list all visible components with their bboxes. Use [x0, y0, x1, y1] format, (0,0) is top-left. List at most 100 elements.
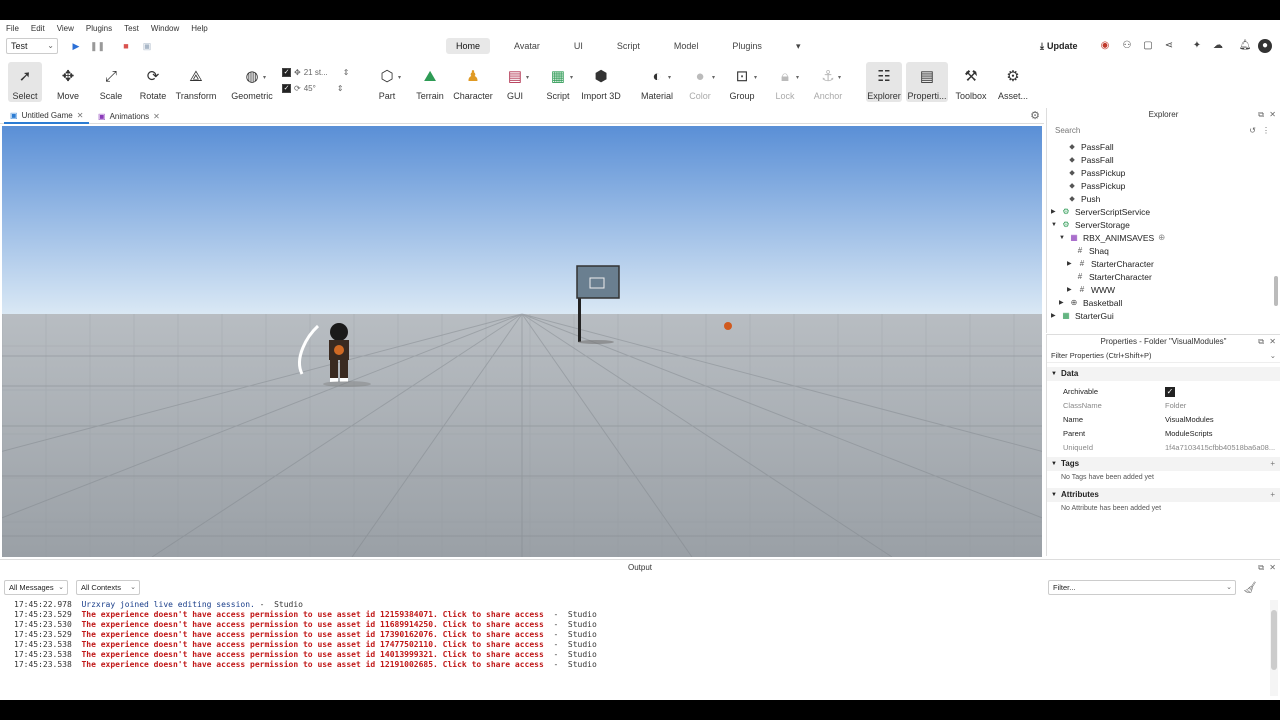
chevron-down-icon[interactable]: ▾ — [263, 74, 266, 81]
chevron-down-icon[interactable]: ▾ — [712, 74, 715, 81]
tree-item-serverstorage[interactable]: ▼ ⚙ ServerStorage — [1051, 218, 1130, 231]
expand-arrow-icon[interactable]: ▶ — [1059, 299, 1065, 306]
rotate-tool[interactable]: ⟳ Rotate — [138, 66, 168, 101]
log-message[interactable]: The experience doesn't have access permi… — [81, 630, 543, 639]
chevron-down-icon[interactable]: ⌄ — [1270, 349, 1276, 363]
prop-value[interactable]: ModuleScripts — [1165, 427, 1277, 441]
chevron-down-icon[interactable]: ▾ — [668, 74, 671, 81]
tree-item-basketball[interactable]: ▶ ⊕ Basketball — [1059, 296, 1122, 309]
collapse-arrow-icon[interactable]: ▼ — [1051, 367, 1057, 381]
log-line[interactable]: 17:45:23.529 The experience doesn't have… — [14, 610, 1264, 620]
update-button[interactable]: ⤓ Update — [1040, 38, 1078, 54]
message-filter-select[interactable]: All Messages ⌄ — [4, 580, 68, 595]
log-message[interactable]: The experience doesn't have access permi… — [81, 650, 543, 659]
menu-window[interactable]: Window — [151, 24, 179, 33]
archivable-checkbox[interactable]: ✓ — [1165, 385, 1277, 399]
section-tags[interactable]: ▼ Tags + — [1047, 457, 1280, 471]
tree-item-startergui[interactable]: ▶ ▦ StarterGui — [1051, 309, 1114, 322]
tree-item-shaq[interactable]: # Shaq — [1075, 244, 1109, 257]
tab-home[interactable]: Home — [446, 38, 491, 54]
checkbox-checked-icon[interactable]: ✓ — [282, 68, 291, 77]
log-message[interactable]: The experience doesn't have access permi… — [81, 610, 543, 619]
menu-edit[interactable]: Edit — [31, 24, 45, 33]
menu-help[interactable]: Help — [191, 24, 207, 33]
menu-file[interactable]: File — [6, 24, 19, 33]
tree-item-passfall[interactable]: ⬥ PassFall — [1067, 140, 1113, 153]
section-attributes[interactable]: ▼ Attributes + — [1047, 488, 1280, 502]
close-icon[interactable]: ✕ — [77, 111, 84, 120]
tab-avatar[interactable]: Avatar — [504, 38, 550, 54]
client-server-icon[interactable]: ▣ — [141, 40, 153, 52]
tab-ui[interactable]: UI — [564, 38, 593, 54]
tab-untitled-game[interactable]: ▣ Untitled Game ✕ — [4, 108, 90, 124]
tree-item-passfall-2[interactable]: ⬥ PassFall — [1067, 153, 1113, 166]
log-message[interactable]: The experience doesn't have access permi… — [81, 660, 543, 669]
assistant-icon[interactable]: ✦ — [1190, 39, 1204, 53]
prop-value[interactable]: VisualModules — [1165, 413, 1277, 427]
log-line[interactable]: 17:45:23.530 The experience doesn't have… — [14, 620, 1264, 630]
properties-tool[interactable]: ▤ Properti... — [906, 62, 948, 102]
stepper-icon[interactable]: ⇕ — [343, 68, 350, 77]
tree-item-passpickup-2[interactable]: ⬥ PassPickup — [1067, 179, 1125, 192]
section-data[interactable]: ▼ Data — [1047, 367, 1280, 381]
chevron-down-icon[interactable]: ▾ — [526, 74, 529, 81]
history-icon[interactable]: ↺ — [1249, 124, 1256, 138]
stepper-icon[interactable]: ⇕ — [337, 84, 344, 93]
popout-icon[interactable]: ⧉ — [1258, 335, 1264, 349]
output-filter-input[interactable]: Filter... ⌄ — [1048, 580, 1236, 595]
character-tool[interactable]: ♟ Character — [452, 66, 494, 101]
geometric-tool[interactable]: ◍ Geometric — [230, 66, 274, 101]
gui-tool[interactable]: ▤ GUI — [502, 66, 528, 101]
chevron-down-icon[interactable]: ▾ — [838, 74, 841, 81]
cloud-icon[interactable]: ☁ — [1211, 39, 1225, 53]
tree-item-serverscriptservice[interactable]: ▶ ⚙ ServerScriptService — [1051, 205, 1150, 218]
explorer-search-input[interactable]: Search ↺ ⋮ — [1051, 124, 1276, 138]
color-tool[interactable]: ● Color — [688, 66, 712, 101]
close-icon[interactable]: ✕ — [1269, 560, 1276, 576]
group-tool[interactable]: ⊡ Group — [728, 66, 756, 101]
log-line[interactable]: 17:45:23.538 The experience doesn't have… — [14, 640, 1264, 650]
output-scrollbar-thumb[interactable] — [1271, 610, 1277, 670]
collapse-arrow-icon[interactable]: ▼ — [1051, 488, 1057, 502]
play-icon[interactable]: ▶ — [70, 40, 82, 52]
chevron-down-icon[interactable]: ▾ — [570, 74, 573, 81]
lock-tool[interactable]: 🔒︎ Lock — [772, 66, 798, 101]
output-scrollbar[interactable] — [1270, 600, 1278, 696]
close-icon[interactable]: ✕ — [1269, 108, 1276, 122]
log-line[interactable]: 17:45:23.538 The experience doesn't have… — [14, 650, 1264, 660]
close-icon[interactable]: ✕ — [1269, 335, 1276, 349]
log-line[interactable]: 17:45:22.978 Urzxray joined live editing… — [14, 600, 1264, 610]
more-icon[interactable]: ⋮ — [1262, 124, 1270, 138]
tree-item-rbx-animsaves[interactable]: ▼ ▦ RBX_ANIMSAVES ⊕ — [1059, 231, 1165, 244]
explorer-tool[interactable]: ☷ Explorer — [866, 62, 902, 102]
filter-properties-input[interactable]: Filter Properties (Ctrl+Shift+P) ⌄ — [1047, 349, 1280, 363]
avatar[interactable]: ● — [1258, 39, 1272, 53]
tree-item-startercharacter[interactable]: ▶ # StarterCharacter — [1067, 257, 1154, 270]
chevron-down-icon[interactable]: ▾ — [796, 74, 799, 81]
close-icon[interactable]: ✕ — [153, 112, 160, 121]
script-tool[interactable]: ▦ Script — [544, 66, 572, 101]
log-message[interactable]: The experience doesn't have access permi… — [81, 640, 543, 649]
collapse-arrow-icon[interactable]: ▼ — [1059, 235, 1065, 241]
toolbox-tool[interactable]: ⚒︎ Toolbox — [954, 66, 988, 101]
3d-viewport[interactable] — [2, 126, 1042, 557]
add-attribute-icon[interactable]: + — [1270, 488, 1275, 502]
tab-animations[interactable]: ▣ Animations ✕ — [92, 108, 166, 124]
chevron-down-icon[interactable]: ▾ — [754, 74, 757, 81]
expand-arrow-icon[interactable]: ▶ — [1067, 260, 1073, 267]
tab-script[interactable]: Script — [607, 38, 650, 54]
transform-tool[interactable]: ⟁ Transform — [174, 66, 218, 101]
gear-icon[interactable]: ⚙ — [1030, 109, 1040, 122]
menu-test[interactable]: Test — [124, 24, 139, 33]
checkbox-checked-icon[interactable]: ✓ — [282, 84, 291, 93]
collapse-arrow-icon[interactable]: ▼ — [1051, 457, 1057, 471]
menu-view[interactable]: View — [57, 24, 74, 33]
popout-icon[interactable]: ⧉ — [1258, 108, 1264, 122]
log-line[interactable]: 17:45:23.538 The experience doesn't have… — [14, 660, 1264, 670]
expand-arrow-icon[interactable]: ▶ — [1051, 312, 1057, 319]
popout-icon[interactable]: ⧉ — [1258, 560, 1264, 576]
chat-icon[interactable]: ▢ — [1141, 39, 1155, 53]
tab-model[interactable]: Model — [664, 38, 709, 54]
add-icon[interactable]: ⊕ — [1158, 232, 1165, 243]
menu-plugins[interactable]: Plugins — [86, 24, 112, 33]
